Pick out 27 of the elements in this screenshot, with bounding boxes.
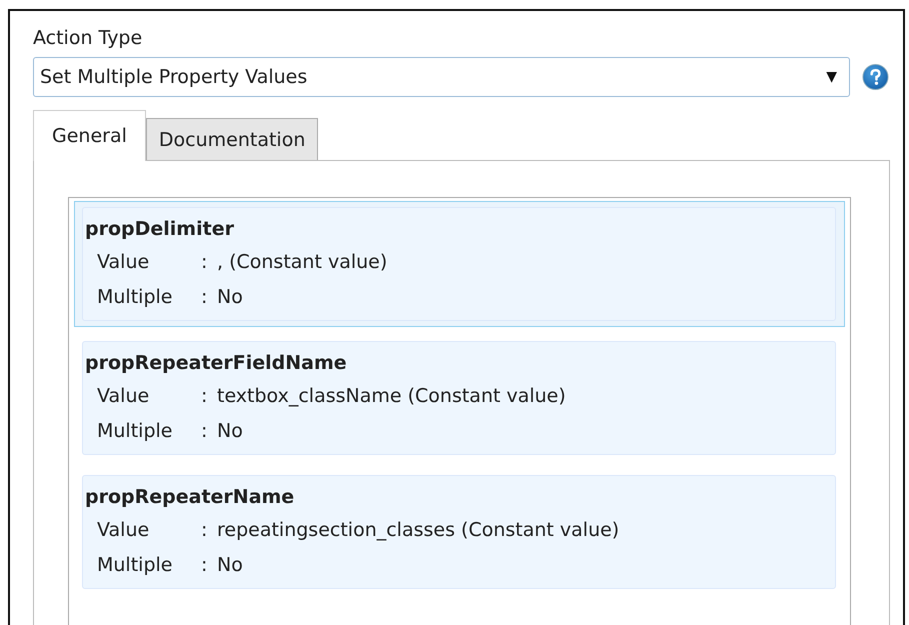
help-icon[interactable] xyxy=(862,63,889,91)
property-name: propRepeaterFieldName xyxy=(85,351,348,376)
property-name: propDelimiter xyxy=(85,217,235,242)
field-value: No xyxy=(217,554,243,576)
tab[interactable]: Documentation xyxy=(146,118,318,160)
field-label: Multiple xyxy=(97,286,174,308)
separator: : xyxy=(201,518,208,540)
separator: : xyxy=(201,250,208,272)
field-label: Value xyxy=(97,250,150,272)
tab[interactable]: General xyxy=(33,110,146,161)
separator: : xyxy=(201,554,208,576)
field-value: repeatingsection_classes (Constant value) xyxy=(217,518,620,540)
separator: : xyxy=(201,286,208,308)
property-name: propRepeaterName xyxy=(85,485,296,510)
field-value: textbox_className (Constant value) xyxy=(217,384,566,406)
field-label: Value xyxy=(97,518,150,540)
separator: : xyxy=(201,420,208,442)
action-type-dropdown[interactable]: Set Multiple Property Values ▼ xyxy=(33,57,850,97)
field-value: No xyxy=(217,286,243,308)
field-label: Multiple xyxy=(97,554,174,576)
field-label: Action Type xyxy=(33,26,144,51)
field-label: Multiple xyxy=(97,420,174,442)
field-value: , (Constant value) xyxy=(217,250,388,272)
separator: : xyxy=(201,384,208,406)
field-value: No xyxy=(217,420,243,442)
property-item[interactable]: propDelimiter Value : , (Constant value) Multiple : No xyxy=(74,201,845,327)
field-label: Value xyxy=(97,384,150,406)
